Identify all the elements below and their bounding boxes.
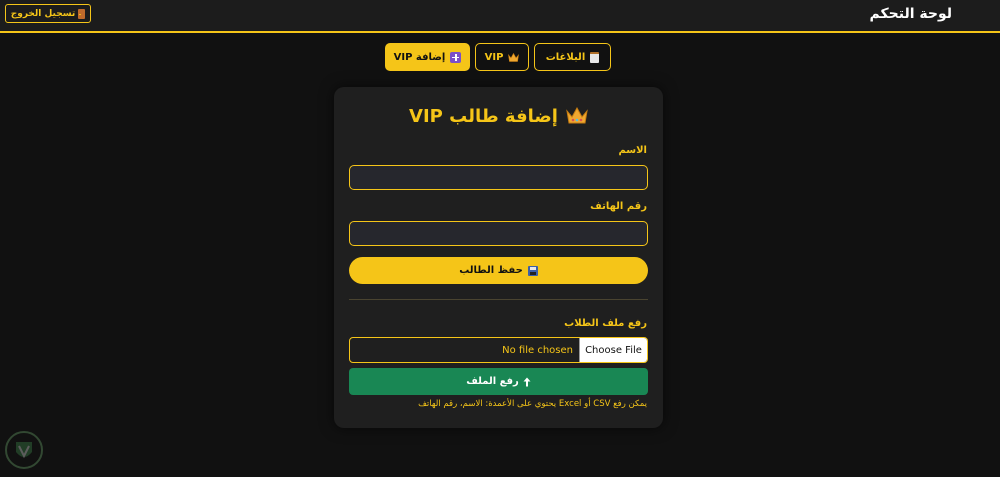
up-arrow-icon (523, 377, 531, 387)
upload-label: رفع ملف الطلاب (564, 318, 647, 329)
tab-vip[interactable]: VIP (475, 43, 529, 71)
file-input[interactable]: Choose File No file chosen (349, 337, 648, 363)
upload-file-label: رفع الملف (466, 376, 519, 387)
card-title-text: إضافة طالب VIP (409, 105, 558, 127)
tab-add-vip[interactable]: إضافة VIP (385, 43, 470, 71)
name-label: الاسم (618, 145, 647, 156)
logout-label: تسجيل الخروج (10, 8, 76, 19)
add-vip-card: إضافة طالب VIP الاسم رقم الهاتف حفظ الطا… (334, 87, 663, 428)
crown-icon (508, 52, 520, 62)
tab-add-vip-label: إضافة VIP (393, 51, 446, 63)
name-input[interactable] (349, 165, 648, 190)
tab-reports[interactable]: البلاغات (534, 43, 611, 71)
phone-label: رقم الهاتف (590, 201, 647, 212)
watermark-shield-icon (4, 430, 44, 470)
upload-file-button[interactable]: رفع الملف (349, 368, 648, 395)
crown-icon (566, 106, 588, 125)
phone-input[interactable] (349, 221, 648, 246)
navbar-brand[interactable]: لوحة التحكم (870, 6, 952, 22)
plus-icon (450, 51, 462, 63)
save-student-label: حفظ الطالب (459, 265, 523, 276)
tab-bar: البلاغات VIP إضافة VIP (0, 43, 1000, 71)
logout-button[interactable]: تسجيل الخروج (5, 4, 91, 23)
file-status: No file chosen (502, 344, 573, 356)
tab-vip-label: VIP (484, 51, 504, 63)
clipboard-icon (590, 51, 600, 63)
section-divider (349, 299, 648, 300)
choose-file-button[interactable]: Choose File (579, 338, 647, 362)
floppy-disk-icon (527, 265, 538, 276)
upload-help-text: يمكن رفع CSV أو Excel يحتوي على الأعمدة:… (418, 399, 647, 409)
top-navbar: لوحة التحكم تسجيل الخروج (0, 0, 1000, 33)
card-title: إضافة طالب VIP (334, 103, 663, 129)
save-student-button[interactable]: حفظ الطالب (349, 257, 648, 284)
door-icon (78, 8, 86, 19)
tab-reports-label: البلاغات (545, 51, 586, 63)
